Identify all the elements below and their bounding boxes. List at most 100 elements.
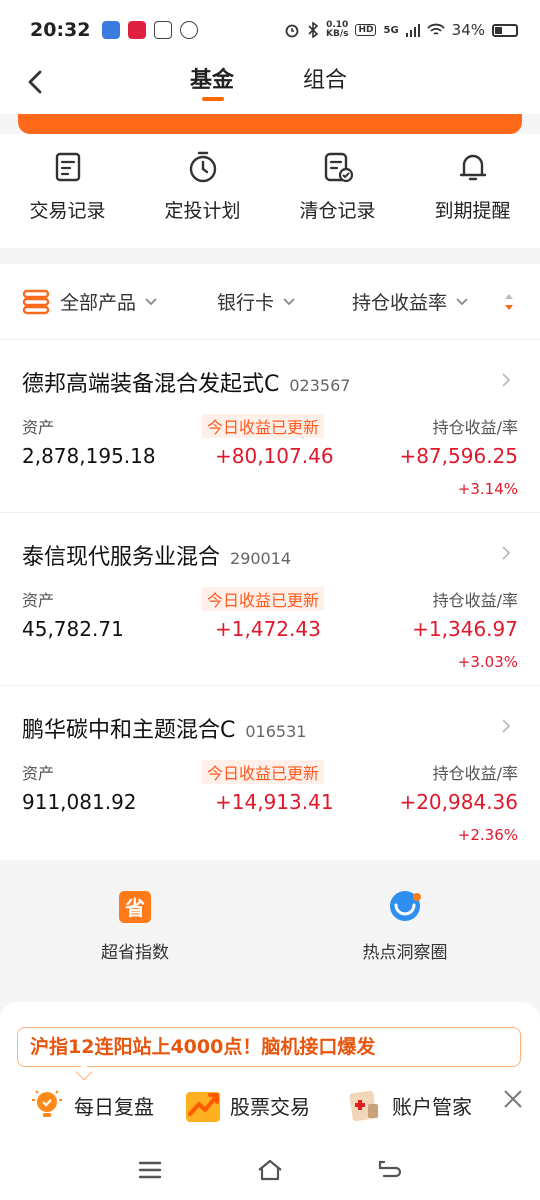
fund-row[interactable]: 泰信现代服务业混合 290014 资产 今日收益已更新 持仓收益/率 45,782…	[0, 513, 540, 686]
hold-income-value: +20,984.36	[399, 790, 518, 814]
auto-invest-plan-button[interactable]: 定投计划	[135, 134, 270, 248]
daily-review-label: 每日复盘	[74, 1094, 154, 1119]
medical-kit-icon	[349, 1090, 378, 1122]
wifi-icon	[427, 23, 445, 35]
feature-entries: 省 超省指数 热点洞察圈	[0, 860, 540, 990]
lightbulb-icon	[32, 1090, 62, 1117]
today-income-value: +14,913.41	[215, 790, 334, 814]
fund-row[interactable]: 德邦高端装备混合发起式C 023567 资产 今日收益已更新 持仓收益/率 2,8…	[0, 340, 540, 513]
return-icon[interactable]	[376, 1156, 404, 1184]
fund-name: 德邦高端装备混合发起式C	[22, 372, 280, 397]
account-manager-label: 账户管家	[392, 1094, 472, 1119]
battery-percent: 34%	[451, 21, 485, 39]
net-speed: 0.10 KB/s	[325, 20, 349, 39]
asset-value: 45,782.71	[22, 617, 124, 641]
stock-trading-label: 股票交易	[230, 1094, 310, 1119]
status-right: 0.10 KB/s HD 5G 34%	[284, 21, 518, 39]
asset-value: 911,081.92	[22, 790, 137, 814]
alipay-notification-icon	[154, 21, 173, 39]
today-income-value: +1,472.43	[215, 617, 321, 641]
fund-code: 290014	[230, 549, 292, 568]
bottom-promo-card: 沪指12连阳站上4000点！脑机接口爆发 每日复盘 股票交易 账户管家	[0, 1002, 540, 1142]
hot-insight-circle-button[interactable]: 热点洞察圈	[270, 860, 540, 990]
promo-headline[interactable]: 沪指12连阳站上4000点！脑机接口爆发	[17, 1027, 521, 1067]
orange-banner[interactable]	[18, 114, 522, 134]
menu-icon[interactable]	[136, 1156, 164, 1184]
hd-badge: HD	[355, 24, 377, 36]
active-tab-indicator	[202, 97, 224, 101]
hold-income-label: 持仓收益/率	[432, 764, 518, 783]
asset-label: 资产	[22, 591, 55, 610]
today-updated-badge: 今日收益已更新	[202, 760, 325, 784]
signal-icon	[405, 24, 420, 37]
status-time: 20:32	[30, 19, 91, 41]
hot-insight-circle-label: 热点洞察圈	[362, 943, 448, 963]
asset-label: 资产	[22, 764, 55, 783]
filter-rate-label: 持仓收益率	[352, 292, 448, 314]
save-index-icon: 省	[119, 891, 151, 923]
chevron-right-icon	[502, 373, 511, 387]
today-updated-badge: 今日收益已更新	[202, 587, 325, 611]
network-type: 5G	[383, 24, 399, 36]
trend-up-icon	[186, 1092, 220, 1122]
maturity-reminder-label: 到期提醒	[434, 200, 511, 222]
cleared-records-button[interactable]: 清仓记录	[270, 134, 405, 248]
notification-icons	[102, 21, 199, 39]
chevron-right-icon	[502, 546, 511, 560]
hold-rate-value: +3.14%	[457, 480, 518, 498]
status-bar: 20:32 0.10 KB/s HD 5G 34%	[0, 0, 540, 60]
filter-bank-card[interactable]: 银行卡	[217, 288, 296, 315]
app-notification-icon	[102, 21, 121, 39]
asset-label: 资产	[22, 418, 55, 437]
stock-trading-button[interactable]: 股票交易	[184, 1086, 310, 1124]
home-icon[interactable]	[256, 1156, 284, 1184]
sort-icon[interactable]	[502, 292, 516, 312]
tab-portfolio[interactable]: 组合	[303, 62, 347, 94]
chat-bubble-icon	[390, 891, 421, 921]
maturity-reminder-button[interactable]: 到期提醒	[405, 134, 540, 248]
trade-records-button[interactable]: 交易记录	[0, 134, 135, 248]
filter-bar: 全部产品 银行卡 持仓收益率	[0, 264, 540, 340]
account-manager-button[interactable]: 账户管家	[346, 1086, 472, 1124]
fund-name-line: 泰信现代服务业混合 290014	[22, 539, 291, 571]
svg-text:省: 省	[124, 896, 145, 920]
system-nav-bar	[0, 1142, 540, 1200]
super-save-index-button[interactable]: 省 超省指数	[0, 860, 270, 990]
tab-fund[interactable]: 基金	[190, 62, 234, 94]
filter-all-products[interactable]: 全部产品	[22, 288, 158, 315]
top-header: 基金 组合	[0, 60, 540, 114]
close-icon[interactable]	[502, 1088, 524, 1110]
fund-name: 泰信现代服务业混合	[22, 545, 221, 570]
fund-code: 023567	[289, 376, 351, 395]
chevron-down-icon	[283, 297, 295, 305]
hold-income-label: 持仓收益/率	[432, 418, 518, 437]
filter-hold-rate[interactable]: 持仓收益率	[352, 288, 469, 315]
asset-value: 2,878,195.18	[22, 444, 156, 468]
filter-all-label: 全部产品	[60, 292, 137, 314]
today-income-value: +80,107.46	[215, 444, 334, 468]
document-icon	[55, 152, 80, 182]
app-notification-icon	[128, 21, 147, 39]
app-notification-icon	[180, 21, 199, 39]
daily-review-button[interactable]: 每日复盘	[28, 1086, 154, 1124]
cleared-document-icon	[324, 152, 353, 183]
hold-income-value: +1,346.97	[412, 617, 518, 641]
chevron-right-icon	[502, 719, 511, 733]
bell-icon	[459, 154, 486, 181]
chevron-down-icon	[456, 297, 468, 305]
shortcut-bar: 每日复盘 股票交易 账户管家	[0, 1086, 540, 1132]
back-arrow-icon[interactable]	[22, 68, 50, 96]
fund-name: 鹏华碳中和主题混合C	[22, 718, 236, 743]
hold-rate-value: +3.03%	[457, 653, 518, 671]
fund-name-line: 德邦高端装备混合发起式C 023567	[22, 366, 350, 398]
timer-icon	[189, 151, 216, 183]
layers-icon	[22, 289, 50, 314]
filter-bank-label: 银行卡	[217, 292, 275, 314]
today-updated-badge: 今日收益已更新	[202, 414, 325, 438]
fund-list-panel: 全部产品 银行卡 持仓收益率 德邦高端装备混合发起式C 023567 资产 今日收…	[0, 264, 540, 860]
fund-row[interactable]: 鹏华碳中和主题混合C 016531 资产 今日收益已更新 持仓收益/率 911,0…	[0, 686, 540, 859]
chevron-down-icon	[145, 297, 157, 305]
fund-name-line: 鹏华碳中和主题混合C 016531	[22, 712, 306, 744]
fund-code: 016531	[245, 722, 307, 741]
quick-actions: 交易记录 定投计划 清仓记录 到期提醒	[0, 134, 540, 248]
